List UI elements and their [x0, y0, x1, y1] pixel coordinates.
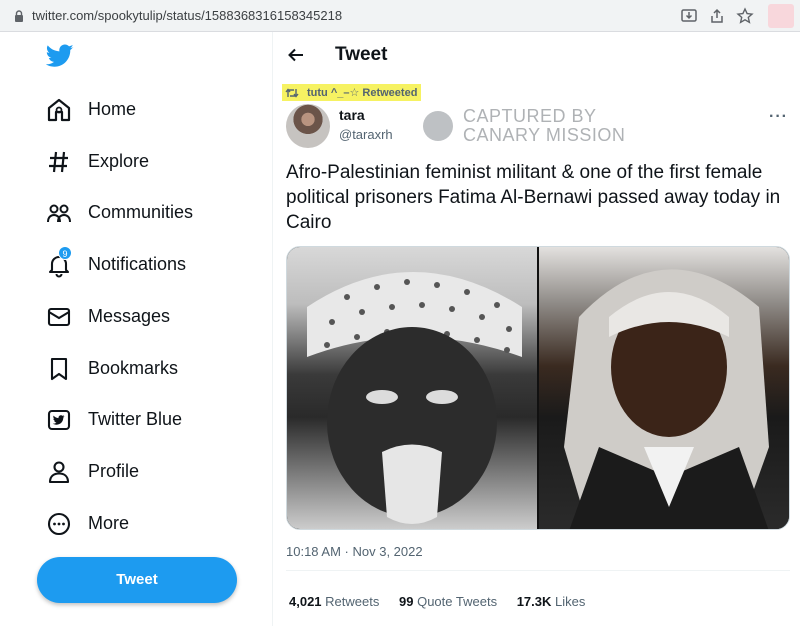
user-handle[interactable]: @taraxrh	[339, 127, 393, 142]
twitter-logo-icon[interactable]	[46, 44, 74, 68]
sidebar-item-label: Explore	[88, 151, 150, 171]
share-icon[interactable]	[708, 7, 726, 25]
sidebar-item-home[interactable]: Home	[46, 94, 136, 126]
sidebar: Home Explore Communities 9 Notifications…	[0, 32, 272, 626]
likes-count: 17.3K	[516, 594, 552, 609]
browser-address-bar: twitter.com/spookytulip/status/158836831…	[0, 0, 800, 32]
retweet-label: tutu ^_–☆ Retweeted	[307, 87, 418, 99]
photo-right[interactable]	[539, 247, 789, 529]
sidebar-item-twitter-blue[interactable]: Twitter Blue	[46, 404, 182, 436]
back-arrow-icon[interactable]	[287, 46, 305, 64]
sidebar-item-label: More	[88, 513, 130, 533]
sidebar-item-label: Notifications	[88, 254, 187, 274]
sidebar-item-notifications[interactable]: 9 Notifications	[46, 246, 186, 281]
tweet-button[interactable]: Tweet	[37, 557, 237, 603]
more-options-icon[interactable]: ···	[769, 108, 788, 126]
tweet-stats: 4,021 Retweets 99 Quote Tweets 17.3K Lik…	[289, 594, 601, 609]
sidebar-item-label: Home	[88, 99, 137, 119]
main-column: Tweet tutu ^_–☆ Retweeted tara @taraxrh …	[273, 32, 800, 626]
home-icon	[47, 98, 71, 122]
sidebar-item-explore[interactable]: Explore	[46, 146, 149, 178]
twitter-blue-icon	[47, 409, 71, 431]
sidebar-item-label: Messages	[88, 306, 171, 326]
quotes-count: 99	[399, 594, 414, 609]
likes-label: Likes	[555, 594, 586, 609]
canary-logo-icon	[423, 111, 453, 141]
sidebar-item-profile[interactable]: Profile	[46, 456, 139, 488]
sidebar-item-messages[interactable]: Messages	[46, 301, 170, 333]
avatar[interactable]	[286, 104, 330, 148]
sidebar-item-more[interactable]: More	[46, 508, 129, 540]
watermark-line: CAPTURED BY	[463, 106, 597, 126]
page-title: Tweet	[335, 44, 388, 65]
tweet-media[interactable]	[286, 246, 790, 530]
watermark-line: CANARY MISSION	[463, 125, 626, 145]
tweet-text: Afro-Palestinian feminist militant & one…	[286, 162, 781, 233]
extension-icon[interactable]	[768, 4, 794, 28]
watermark: CAPTURED BY CANARY MISSION	[423, 106, 633, 146]
communities-icon	[47, 204, 71, 223]
likes-stat[interactable]: 17.3K Likes	[517, 594, 586, 609]
quotes-label: Quote Tweets	[417, 594, 498, 609]
sidebar-item-label: Communities	[88, 202, 194, 222]
envelope-icon	[47, 307, 71, 327]
tweet-timestamp[interactable]: 10:18 AM · Nov 3, 2022	[286, 544, 423, 559]
sidebar-item-communities[interactable]: Communities	[46, 197, 193, 229]
hashtag-icon	[49, 151, 68, 173]
retweet-indicator[interactable]: tutu ^_–☆ Retweeted	[282, 84, 422, 101]
quote-tweets-stat[interactable]: 99 Quote Tweets	[399, 594, 497, 609]
sidebar-item-label: Twitter Blue	[88, 409, 183, 429]
install-icon[interactable]	[680, 7, 698, 25]
sidebar-item-label: Profile	[88, 461, 140, 481]
retweets-label: Retweets	[325, 594, 380, 609]
display-name[interactable]: tara	[339, 107, 365, 123]
lock-icon	[15, 10, 23, 22]
retweets-count: 4,021	[289, 594, 322, 609]
bookmark-icon	[50, 357, 68, 381]
retweets-stat[interactable]: 4,021 Retweets	[289, 594, 379, 609]
separator	[286, 570, 790, 571]
photo-left[interactable]	[287, 247, 537, 529]
sidebar-item-label: Bookmarks	[88, 358, 179, 378]
bookmark-star-icon[interactable]	[736, 7, 754, 25]
more-circle-icon	[47, 512, 71, 536]
url-field[interactable]: twitter.com/spookytulip/status/158836831…	[32, 8, 342, 23]
retweet-icon	[285, 87, 299, 98]
sidebar-item-bookmarks[interactable]: Bookmarks	[46, 353, 178, 385]
person-icon	[48, 461, 70, 484]
notification-badge: 9	[58, 246, 72, 260]
